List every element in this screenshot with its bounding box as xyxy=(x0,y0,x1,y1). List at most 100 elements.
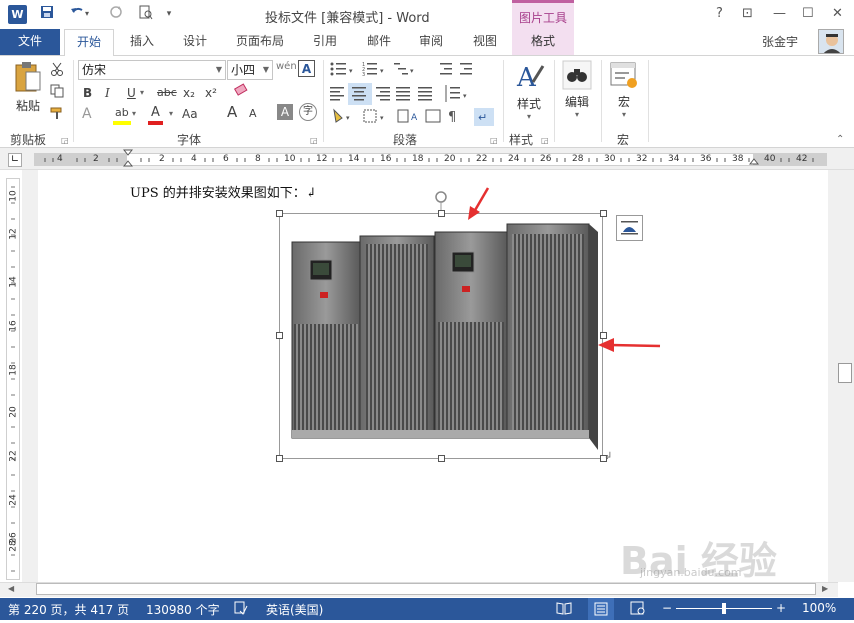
minimize-icon[interactable]: — xyxy=(773,6,786,21)
tab-mailings[interactable]: 邮件 xyxy=(356,29,402,55)
divider xyxy=(503,60,504,142)
document-paragraph[interactable]: UPS 的并排安装效果图如下：↲ xyxy=(130,182,317,201)
undo-button[interactable]: ▾ xyxy=(66,5,96,24)
resize-handle[interactable] xyxy=(276,332,283,339)
web-layout-icon[interactable] xyxy=(630,601,646,618)
title-bar: W ▾ ▾ 投标文件 [兼容模式] - Word 图片工具 ? ⊡ — ☐ ✕ xyxy=(0,0,854,29)
group-label-macros: 宏 xyxy=(617,133,630,147)
tab-selector-icon[interactable]: ∟ xyxy=(8,153,22,167)
format-painter-icon[interactable] xyxy=(50,106,66,124)
vertical-ruler[interactable]: 10 12 14 16 18 20 22 24 26 28 xyxy=(6,178,20,580)
indent-markers[interactable] xyxy=(123,149,133,171)
right-indent-marker[interactable] xyxy=(749,158,759,168)
phonetic-guide-icon[interactable]: wén xyxy=(276,59,297,75)
underline-button[interactable]: U xyxy=(127,85,136,101)
grow-font-button[interactable]: A xyxy=(227,104,237,120)
highlight-button[interactable]: ab xyxy=(113,105,131,125)
resize-handle[interactable] xyxy=(276,455,283,462)
paragraph-controls[interactable]: ▾ 123 ▾ ▾ ▾ ▾ ▾ A ¶ ↵ xyxy=(328,60,500,126)
cut-icon[interactable] xyxy=(50,62,64,80)
collapse-ribbon-icon[interactable]: ⌃ xyxy=(836,132,844,148)
zoom-level[interactable]: 100% xyxy=(802,601,836,615)
text-effects-button[interactable]: A xyxy=(82,106,92,122)
subscript-button[interactable]: x₂ xyxy=(183,85,195,101)
read-mode-icon[interactable] xyxy=(556,601,572,618)
qat-customize-icon[interactable]: ▾ xyxy=(162,5,176,24)
editing-button[interactable]: 编辑 ▾ xyxy=(560,60,594,119)
clipboard-launcher-icon[interactable]: ◲ xyxy=(61,133,69,149)
character-border-icon[interactable]: A xyxy=(298,60,315,77)
zoom-out-button[interactable]: − xyxy=(662,601,672,615)
selected-picture[interactable] xyxy=(279,213,603,459)
rotate-handle-icon[interactable] xyxy=(433,190,449,210)
highlight-dropdown-icon[interactable]: ▾ xyxy=(132,106,136,122)
strikethrough-button[interactable]: abc xyxy=(157,85,177,101)
scroll-left-icon[interactable]: ◀ xyxy=(8,584,14,593)
word-count[interactable]: 130980 个字 xyxy=(146,601,220,618)
paragraph-launcher-icon[interactable]: ◲ xyxy=(490,133,498,149)
resize-handle[interactable] xyxy=(276,210,283,217)
resize-handle[interactable] xyxy=(438,210,445,217)
enclose-characters-icon[interactable]: 字 xyxy=(299,103,317,121)
maximize-icon[interactable]: ☐ xyxy=(802,6,814,21)
help-icon[interactable]: ? xyxy=(716,6,723,21)
close-icon[interactable]: ✕ xyxy=(832,6,843,21)
styles-button-label: 样式 xyxy=(516,97,541,111)
tab-file[interactable]: 文件 xyxy=(0,29,60,55)
scroll-right-icon[interactable]: ▶ xyxy=(822,584,828,593)
layout-options-button[interactable] xyxy=(616,215,643,241)
svg-text:▾: ▾ xyxy=(380,67,384,75)
zoom-slider-thumb[interactable] xyxy=(722,603,726,614)
paste-button[interactable]: 粘贴 xyxy=(8,60,48,114)
resize-handle[interactable] xyxy=(438,455,445,462)
ribbon-tabs: 文件 开始 插入 设计 页面布局 引用 邮件 审阅 视图 格式 张金宇 xyxy=(0,29,854,56)
font-name-combo[interactable]: 仿宋 ▼ xyxy=(78,60,226,80)
tab-page-layout[interactable]: 页面布局 xyxy=(228,29,292,55)
ribbon-home: 粘贴 剪贴板 ◲ 仿宋 ▼ 小四 ▼ wén A B I U ▾ abc x₂ x²… xyxy=(0,55,854,148)
horizontal-ruler[interactable]: 4 2 2 4 6 8 10 12 14 16 18 20 22 24 26 2… xyxy=(34,149,827,168)
copy-icon[interactable] xyxy=(50,84,64,102)
tab-view[interactable]: 视图 xyxy=(462,29,508,55)
save-icon[interactable] xyxy=(38,5,56,24)
clear-formatting-icon[interactable] xyxy=(232,83,250,103)
language-indicator[interactable]: 英语(美国) xyxy=(266,601,323,618)
zoom-in-button[interactable]: + xyxy=(776,601,786,615)
tab-review[interactable]: 审阅 xyxy=(408,29,454,55)
ruler-number: 10 xyxy=(284,154,296,164)
word-app-icon[interactable]: W xyxy=(8,5,27,24)
shrink-font-button[interactable]: A xyxy=(249,106,257,122)
ruler-number: 32 xyxy=(636,154,648,164)
vertical-scroll-thumb[interactable] xyxy=(838,363,852,383)
tab-references[interactable]: 引用 xyxy=(302,29,348,55)
font-size-combo[interactable]: 小四 ▼ xyxy=(227,60,273,80)
font-color-dropdown-icon[interactable]: ▾ xyxy=(169,106,173,122)
macros-button[interactable]: 宏 ▾ xyxy=(606,60,642,119)
tab-format[interactable]: 格式 xyxy=(512,29,574,55)
tab-design[interactable]: 设计 xyxy=(172,29,218,55)
styles-button[interactable]: A 样式 ▾ xyxy=(508,60,550,121)
superscript-button[interactable]: x² xyxy=(205,85,217,101)
vruler-number: 24 xyxy=(8,494,19,506)
ups-cabinets-image xyxy=(291,223,598,450)
tab-insert[interactable]: 插入 xyxy=(118,29,166,55)
bold-button[interactable]: B xyxy=(83,85,92,101)
font-launcher-icon[interactable]: ◲ xyxy=(310,133,318,149)
redo-icon[interactable] xyxy=(106,5,126,24)
print-preview-icon[interactable] xyxy=(136,5,156,24)
styles-launcher-icon[interactable]: ◲ xyxy=(541,133,549,149)
change-case-button[interactable]: Aa xyxy=(182,106,198,122)
page-count[interactable]: 第 220 页，共 417 页 xyxy=(8,601,129,618)
user-name[interactable]: 张金宇 xyxy=(762,33,798,50)
proofing-icon[interactable] xyxy=(234,601,248,618)
italic-button[interactable]: I xyxy=(105,85,110,101)
resize-handle[interactable] xyxy=(600,210,607,217)
font-color-button[interactable]: A xyxy=(148,105,163,125)
underline-dropdown-icon[interactable]: ▾ xyxy=(140,85,144,101)
divider xyxy=(648,60,649,142)
tab-home[interactable]: 开始 xyxy=(64,29,114,56)
ruler-number: 6 xyxy=(223,154,229,164)
ribbon-display-options-icon[interactable]: ⊡ xyxy=(742,6,753,21)
character-shading-icon[interactable]: A xyxy=(277,104,293,120)
print-layout-icon[interactable] xyxy=(588,598,614,620)
user-avatar[interactable] xyxy=(818,29,844,54)
